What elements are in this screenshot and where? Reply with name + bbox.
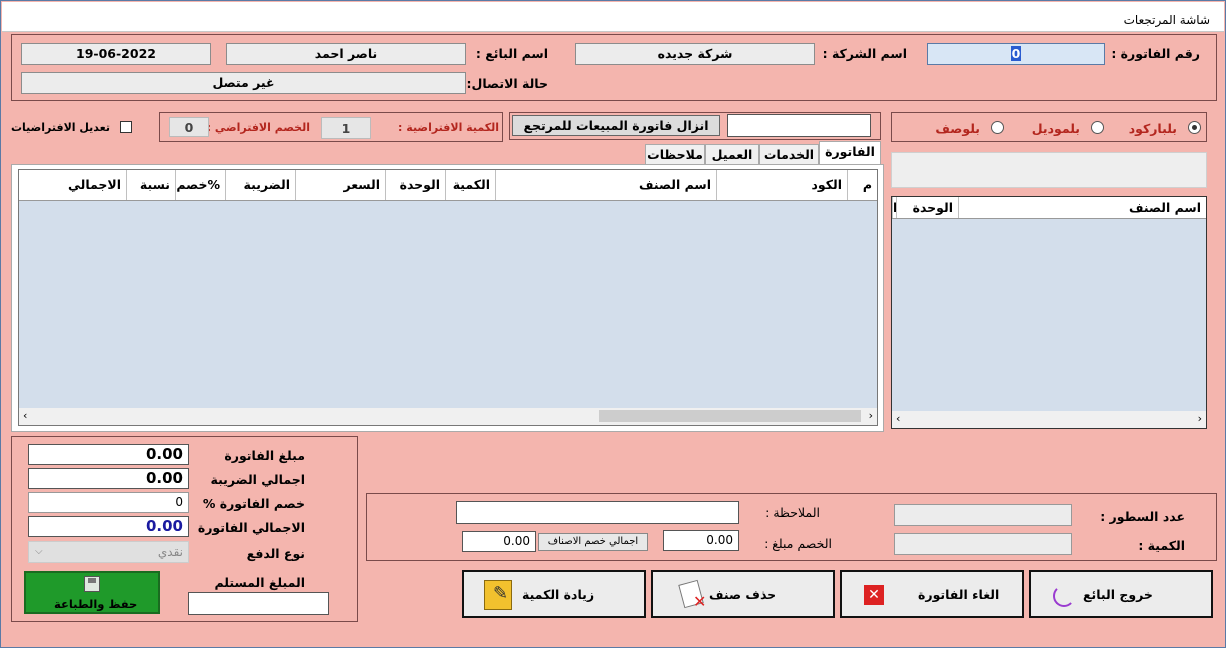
discount-amount-label: الخصم مبلغ :: [764, 536, 832, 551]
scroll-right-icon[interactable]: ›: [869, 409, 873, 422]
default-discount-field[interactable]: 0: [169, 117, 209, 137]
note-label: الملاحظة :: [765, 505, 820, 520]
company-label: اسم الشركة :: [822, 46, 907, 61]
lines-count-field: [894, 504, 1072, 526]
default-discount-label: الخصم الافتراضي :: [206, 121, 310, 134]
col-total: الاجمالي: [67, 177, 121, 192]
connection-label: حالة الاتصال:: [466, 76, 548, 91]
invoice-grid-hscrollbar[interactable]: ‹ ›: [19, 408, 877, 425]
items-discount-label: اجمالي خصم الاصناف: [538, 533, 648, 551]
title-bar: شاشة المرتجعات: [2, 2, 1224, 32]
results-col-unit: الوحدة: [896, 197, 958, 218]
load-invoice-input[interactable]: [727, 114, 871, 137]
radio-barcode-label: بلباركود: [1128, 121, 1177, 136]
col-index: م: [847, 170, 877, 200]
col-code: الكود: [716, 170, 847, 200]
edit-defaults-label: تعديل الافتراضيات: [10, 121, 110, 134]
invoice-grid-header: م الكود اسم الصنف الكمية الوحدة السعر ال…: [19, 170, 877, 201]
payment-type-select[interactable]: نقدي ⌵: [28, 541, 189, 563]
delete-document-icon: ✕: [678, 579, 709, 611]
summary-quantity-field: [894, 533, 1072, 555]
invoice-amount-field: 0.00: [28, 444, 189, 465]
increase-quantity-label: زيادة الكمية: [522, 587, 595, 602]
received-amount-input[interactable]: [188, 592, 329, 615]
items-discount-field: 0.00: [462, 531, 536, 552]
window-title: شاشة المرتجعات: [1123, 13, 1210, 27]
tax-total-label: اجمالي الضريبة: [210, 472, 305, 487]
results-header: اسم الصنف الوحدة ا: [892, 197, 1206, 219]
date-field: 19-06-2022: [21, 43, 211, 65]
invoice-total-field: 0.00: [28, 516, 189, 537]
radio-model[interactable]: [1091, 121, 1104, 134]
tab-customer[interactable]: العميل: [705, 144, 759, 165]
delete-item-button[interactable]: ✕ حذف صنف: [651, 570, 835, 618]
connection-status: غير متصل: [21, 72, 466, 94]
tab-invoice[interactable]: الفاتورة: [819, 141, 881, 164]
delete-item-label: حذف صنف: [709, 587, 777, 602]
edit-defaults-checkbox[interactable]: [120, 121, 132, 133]
default-qty-field[interactable]: 1: [321, 117, 371, 139]
col-unit: الوحدة: [385, 170, 445, 200]
company-field: شركة جديده: [575, 43, 815, 65]
lines-count-label: عدد السطور :: [1100, 509, 1185, 524]
tax-total-field: 0.00: [28, 468, 189, 489]
invoice-total-label: الاجمالي الفاتورة: [197, 520, 305, 535]
scroll-left-icon[interactable]: ‹: [896, 412, 900, 425]
seller-label: اسم البائع :: [475, 46, 548, 61]
results-hscrollbar[interactable]: ‹ ›: [892, 411, 1206, 428]
note-input[interactable]: [456, 501, 739, 524]
invoice-amount-label: مبلغ الفاتورة: [224, 448, 305, 463]
col-item-name: اسم الصنف: [495, 170, 716, 200]
invoice-number-field[interactable]: 0: [927, 43, 1105, 65]
save-print-button[interactable]: حفظ والطباعة: [24, 571, 160, 614]
radio-barcode[interactable]: [1188, 121, 1201, 134]
search-results-list[interactable]: اسم الصنف الوحدة ا ‹ ›: [891, 196, 1207, 429]
increase-quantity-button[interactable]: ✎ زيادة الكمية: [462, 570, 646, 618]
search-input[interactable]: [891, 152, 1207, 188]
load-sales-invoice-button[interactable]: انزال فاتورة المبيعات للمرتجع: [512, 115, 720, 136]
radio-model-label: بلموديل: [1031, 121, 1080, 136]
returns-window: شاشة المرتجعات رقم الفاتورة : 0 اسم الشر…: [0, 0, 1226, 648]
col-discount-pct: خصم%: [175, 170, 225, 200]
cancel-invoice-button[interactable]: ✕ الغاء الفاتورة: [840, 570, 1024, 618]
chevron-down-icon: ⌵: [35, 546, 43, 557]
edit-pencil-icon: ✎: [484, 580, 512, 610]
tab-services[interactable]: الخدمات: [759, 144, 819, 165]
invoice-grid[interactable]: م الكود اسم الصنف الكمية الوحدة السعر ال…: [18, 169, 878, 426]
scroll-right-icon[interactable]: ›: [1198, 412, 1202, 425]
col-price: السعر: [295, 170, 385, 200]
default-qty-label: الكمية الافتراضية :: [398, 121, 499, 134]
results-col-name: اسم الصنف: [958, 197, 1206, 218]
payment-type-value: نقدي: [157, 545, 183, 559]
scroll-left-icon[interactable]: ‹: [23, 409, 27, 422]
loading-icon: [1053, 585, 1075, 607]
scroll-thumb[interactable]: [599, 410, 861, 422]
exit-seller-button[interactable]: خروج البائع: [1029, 570, 1213, 618]
save-print-label: حفظ والطباعة: [54, 597, 138, 611]
seller-field: ناصر احمد: [226, 43, 466, 65]
radio-description[interactable]: [991, 121, 1004, 134]
exit-seller-label: خروج البائع: [1083, 587, 1153, 602]
invoice-discount-input[interactable]: 0: [28, 492, 189, 513]
summary-quantity-label: الكمية :: [1138, 538, 1185, 553]
invoice-number-label: رقم الفاتورة :: [1111, 46, 1200, 61]
cancel-invoice-label: الغاء الفاتورة: [918, 587, 1000, 602]
discount-amount-input[interactable]: 0.00: [663, 530, 739, 551]
close-icon: ✕: [864, 585, 884, 605]
col-ratio: نسبة: [126, 170, 175, 200]
received-amount-label: المبلغ المستلم: [214, 575, 305, 590]
tab-notes[interactable]: ملاحظات: [645, 144, 705, 165]
invoice-discount-label: خصم الفاتورة %: [202, 496, 305, 511]
payment-type-label: نوع الدفع: [246, 546, 305, 561]
col-quantity: الكمية: [445, 170, 495, 200]
radio-description-label: بلوصف: [935, 121, 980, 136]
save-icon: [84, 576, 100, 592]
col-tax: الضريبة: [225, 170, 295, 200]
results-col-extra: ا: [892, 197, 896, 218]
